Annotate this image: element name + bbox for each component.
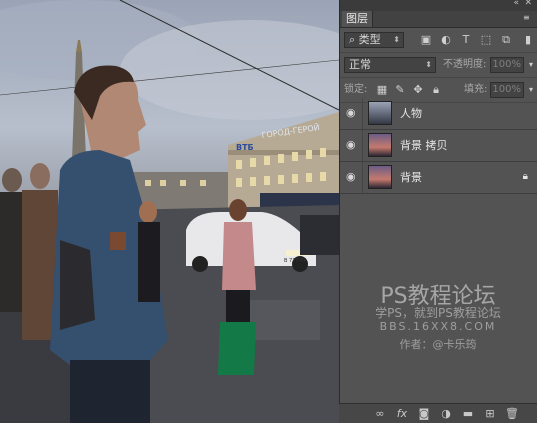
filter-kind-value: 类型 bbox=[358, 33, 381, 46]
eye-icon[interactable]: ◉ bbox=[346, 139, 358, 151]
license-plate: В 777 РУ bbox=[284, 258, 306, 264]
layer-thumbnail bbox=[368, 165, 392, 189]
opacity-label: 不透明度: bbox=[443, 59, 487, 70]
filter-kind-select[interactable]: ⌕ 类型 ⬍ bbox=[344, 32, 404, 48]
adjustment-layer-icon[interactable]: ◑ bbox=[439, 407, 453, 421]
eye-icon[interactable]: ◉ bbox=[346, 107, 358, 119]
close-panel-icon[interactable]: ✕ bbox=[524, 0, 532, 8]
search-icon: ⌕ bbox=[349, 33, 356, 46]
link-layers-icon[interactable]: ∞ bbox=[373, 407, 387, 421]
divider bbox=[362, 130, 363, 161]
panel-titlebar: « ✕ bbox=[340, 0, 537, 11]
adjustment-filter-icon[interactable]: ◐ bbox=[440, 34, 452, 46]
filter-row: ⌕ 类型 ⬍ ▣ ◐ T ⬚ ⧉ ▮ bbox=[340, 28, 537, 53]
lock-icon: 🔒︎ bbox=[522, 171, 528, 182]
filter-toggle-icon[interactable]: ▮ bbox=[522, 34, 534, 46]
divider bbox=[362, 98, 363, 129]
blend-row: 正常 ⬍ 不透明度: 100% ▾ bbox=[340, 53, 537, 78]
pixel-filter-icon[interactable]: ▣ bbox=[420, 34, 432, 46]
tab-layers[interactable]: 图层 bbox=[342, 11, 373, 27]
lock-transparent-icon[interactable]: ▦ bbox=[376, 84, 388, 96]
chevron-updown-icon: ⬍ bbox=[393, 35, 400, 44]
layer-name[interactable]: 背景 bbox=[400, 162, 422, 193]
lock-all-icon[interactable]: 🔒︎ bbox=[430, 84, 442, 96]
photo-scene: ГОРОД-ГЕРОЙ ВТБ В 777 РУ bbox=[0, 0, 339, 423]
type-filter-icon[interactable]: T bbox=[460, 34, 472, 46]
layers-list: ◉ 人物 ◉ 背景 拷贝 ◉ 背景 🔒︎ bbox=[340, 98, 537, 194]
panel-footer: ∞ fx ◙ ◑ ▬ ⊞ 🗑︎ bbox=[339, 403, 537, 423]
canvas-photo[interactable]: ГОРОД-ГЕРОЙ ВТБ В 777 РУ bbox=[0, 0, 339, 423]
blend-mode-select[interactable]: 正常 ⬍ bbox=[344, 57, 436, 73]
collapse-icon[interactable]: « bbox=[513, 0, 519, 8]
panel-tabbar: 图层 ≡ bbox=[340, 11, 537, 28]
watermark-url: BBS.16XX8.COM bbox=[379, 320, 497, 333]
layer-item[interactable]: ◉ 人物 bbox=[340, 98, 537, 130]
layers-panel: « ✕ 图层 ≡ ⌕ 类型 ⬍ ▣ ◐ T ⬚ ⧉ ▮ 正常 ⬍ 不透明度: 1… bbox=[339, 0, 537, 423]
shape-filter-icon[interactable]: ⬚ bbox=[480, 34, 492, 46]
bank-logo-text: ВТБ bbox=[236, 143, 254, 152]
layer-item[interactable]: ◉ 背景 🔒︎ bbox=[340, 162, 537, 194]
layer-thumbnail bbox=[368, 133, 392, 157]
fill-field[interactable]: 100% bbox=[490, 82, 524, 98]
layer-thumbnail bbox=[368, 101, 392, 125]
eye-icon[interactable]: ◉ bbox=[346, 171, 358, 183]
lock-position-icon[interactable]: ✥ bbox=[412, 84, 424, 96]
layer-name[interactable]: 背景 拷贝 bbox=[400, 130, 448, 161]
layer-item[interactable]: ◉ 背景 拷贝 bbox=[340, 130, 537, 162]
watermark-subtitle: 学PS，就到PS教程论坛 bbox=[375, 306, 501, 320]
fill-slider-icon[interactable]: ▾ bbox=[525, 84, 537, 96]
layer-style-icon[interactable]: fx bbox=[395, 407, 409, 421]
panel-menu-icon[interactable]: ≡ bbox=[523, 14, 533, 22]
trash-icon[interactable]: 🗑︎ bbox=[505, 407, 519, 421]
opacity-field[interactable]: 100% bbox=[490, 57, 524, 73]
add-mask-icon[interactable]: ◙ bbox=[417, 407, 431, 421]
new-layer-icon[interactable]: ⊞ bbox=[483, 407, 497, 421]
opacity-slider-icon[interactable]: ▾ bbox=[525, 59, 537, 71]
chevron-updown-icon: ⬍ bbox=[425, 60, 432, 69]
divider bbox=[362, 162, 363, 193]
new-group-icon[interactable]: ▬ bbox=[461, 407, 475, 421]
watermark-author: 作者：@卡乐筠 bbox=[399, 338, 477, 351]
lock-image-icon[interactable]: ✎ bbox=[394, 84, 406, 96]
smart-object-filter-icon[interactable]: ⧉ bbox=[500, 34, 512, 46]
blend-mode-value: 正常 bbox=[349, 58, 371, 71]
layer-name[interactable]: 人物 bbox=[400, 98, 422, 129]
